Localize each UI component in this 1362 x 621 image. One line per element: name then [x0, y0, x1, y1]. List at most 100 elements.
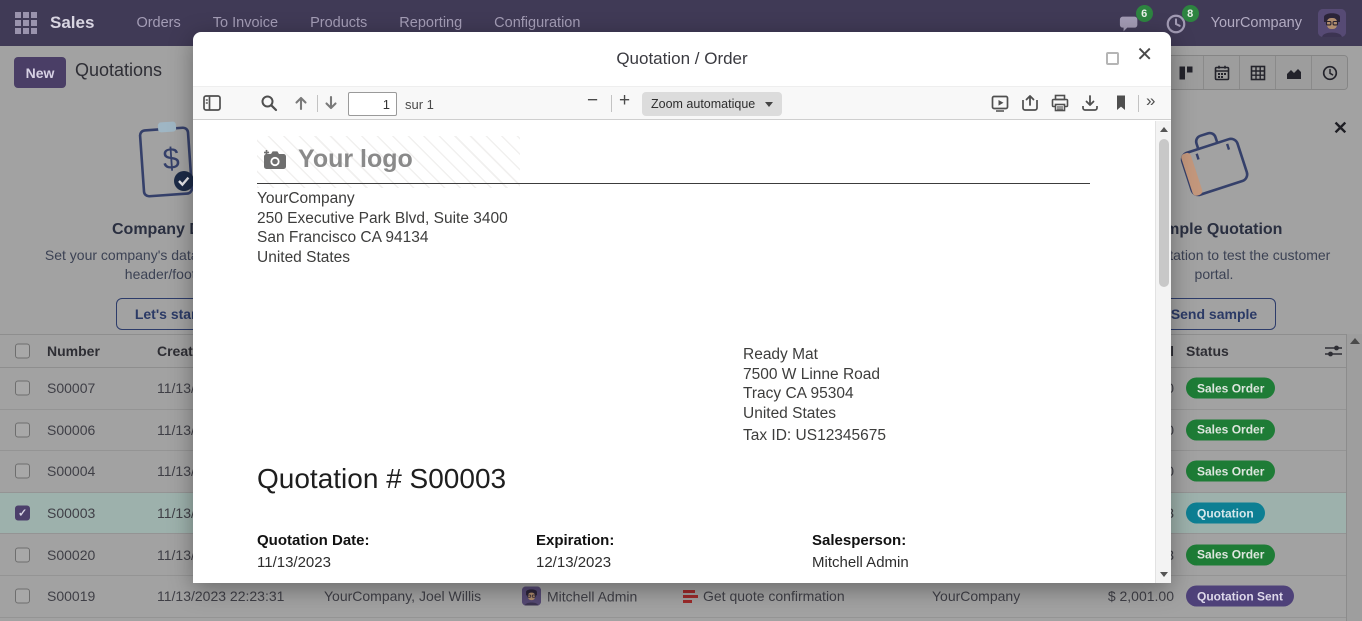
logo-row: Your logo — [263, 145, 413, 174]
customer-tax-id: Tax ID: US12345675 — [743, 426, 886, 446]
chevron-down-icon — [765, 102, 773, 107]
field-label-expiration: Expiration: — [536, 532, 614, 549]
toolbar-separator — [1138, 95, 1139, 112]
camera-plus-icon — [263, 149, 289, 171]
view-pivot-button[interactable] — [1239, 56, 1275, 89]
toolbar-separator — [317, 95, 318, 112]
cell-total: $ 2,001.00 — [1108, 588, 1174, 604]
menu-orders[interactable]: Orders — [136, 15, 180, 31]
cell-number: S00004 — [47, 463, 95, 479]
field-value-quotation-date: 11/13/2023 — [257, 554, 331, 571]
status-badge: Quotation — [1186, 503, 1265, 524]
messages-count-badge: 6 — [1136, 5, 1153, 22]
view-kanban-button[interactable] — [1167, 56, 1203, 89]
status-badge-wrap: Sales Order — [1186, 419, 1275, 440]
zoom-out-icon[interactable]: − — [587, 90, 598, 112]
row-checkbox[interactable] — [15, 422, 30, 437]
user-avatar[interactable] — [1318, 9, 1346, 37]
company-name: YourCompany — [257, 189, 508, 209]
zoom-in-icon[interactable]: + — [619, 90, 630, 112]
kanban-view-icon — [1178, 65, 1194, 81]
menu-to-invoice[interactable]: To Invoice — [213, 15, 278, 31]
company-city: San Francisco CA 94134 — [257, 228, 508, 248]
print-icon[interactable] — [1051, 94, 1069, 112]
status-badge: Sales Order — [1186, 419, 1275, 440]
apps-grid-icon[interactable] — [15, 12, 37, 34]
pdf-scroll-up-arrow[interactable] — [1160, 127, 1168, 132]
salesperson-name: Mitchell Admin — [547, 588, 637, 604]
pdf-scroll-thumb[interactable] — [1159, 139, 1169, 287]
menu-reporting[interactable]: Reporting — [399, 15, 462, 31]
scroll-up-arrow[interactable] — [1350, 338, 1360, 344]
pdf-scroll-down-arrow[interactable] — [1160, 572, 1168, 577]
page-scrollbar[interactable] — [1346, 334, 1362, 621]
pdf-viewport: Your logo YourCompany 250 Executive Park… — [193, 121, 1171, 583]
search-icon[interactable] — [260, 94, 278, 112]
row-checkbox[interactable] — [15, 589, 30, 604]
activity-list-icon — [683, 590, 698, 603]
breadcrumb[interactable]: Quotations — [75, 60, 162, 81]
more-tools-icon[interactable]: » — [1146, 91, 1155, 109]
zoom-mode-select[interactable]: Zoom automatique — [642, 92, 782, 116]
cell-number: S00003 — [47, 505, 95, 521]
cell-number: S00019 — [47, 588, 95, 604]
field-value-salesperson: Mitchell Admin — [812, 554, 909, 571]
app-name[interactable]: Sales — [50, 13, 94, 33]
status-badge: Sales Order — [1186, 461, 1275, 482]
view-graph-button[interactable] — [1275, 56, 1311, 89]
optional-columns-icon[interactable] — [1325, 344, 1342, 358]
field-label-salesperson: Salesperson: — [812, 532, 906, 549]
pdf-scrollbar[interactable] — [1155, 121, 1171, 583]
menu-products[interactable]: Products — [310, 15, 367, 31]
page-count-label: sur 1 — [405, 97, 434, 112]
row-checkbox[interactable] — [15, 381, 30, 396]
row-checkbox[interactable] — [15, 506, 30, 521]
header-number[interactable]: Number — [47, 343, 100, 359]
company-street: 250 Executive Park Blvd, Suite 3400 — [257, 209, 508, 229]
page-number-input[interactable] — [348, 92, 397, 116]
presentation-mode-icon[interactable] — [991, 94, 1009, 112]
activity-label: Get quote confirmation — [703, 588, 845, 604]
bookmark-icon[interactable] — [1112, 94, 1130, 112]
view-activity-button[interactable] — [1311, 56, 1347, 89]
company-country: United States — [257, 248, 508, 268]
view-calendar-button[interactable] — [1203, 56, 1239, 89]
activities-count-badge: 8 — [1182, 5, 1199, 22]
expand-icon[interactable] — [1106, 52, 1119, 65]
quotation-modal: Quotation / Order ✕ sur 1 − + Zoom auto — [193, 32, 1171, 583]
new-button[interactable]: New — [14, 57, 66, 88]
status-badge-wrap: Sales Order — [1186, 544, 1275, 565]
previous-page-icon[interactable] — [292, 94, 310, 112]
svg-text:$: $ — [162, 142, 181, 176]
avatar-face-icon — [1318, 9, 1346, 37]
status-badge-wrap: Sales Order — [1186, 378, 1275, 399]
cell-customer: YourCompany, Joel Willis — [324, 588, 481, 604]
status-badge: Quotation Sent — [1186, 586, 1294, 607]
close-icon[interactable]: ✕ — [1136, 45, 1153, 65]
cell-number: S00007 — [47, 380, 95, 396]
company-address-block: YourCompany 250 Executive Park Blvd, Sui… — [257, 189, 508, 267]
cell-activity[interactable]: Get quote confirmation — [683, 588, 845, 604]
row-checkbox[interactable] — [15, 547, 30, 562]
header-status[interactable]: Status — [1186, 343, 1229, 359]
cell-salesperson: Mitchell Admin — [522, 587, 637, 606]
open-file-icon[interactable] — [1021, 94, 1039, 112]
customer-country: United States — [743, 404, 886, 424]
sidebar-toggle-icon[interactable] — [203, 94, 221, 112]
row-checkbox[interactable] — [15, 464, 30, 479]
download-icon[interactable] — [1081, 94, 1099, 112]
graph-view-icon — [1286, 65, 1302, 81]
customer-address-block: Ready Mat 7500 W Linne Road Tracy CA 953… — [743, 345, 886, 446]
select-all-checkbox[interactable] — [15, 344, 30, 359]
screen: Sales Orders To Invoice Products Reporti… — [0, 0, 1362, 621]
status-badge: Sales Order — [1186, 378, 1275, 399]
company-switcher[interactable]: YourCompany — [1211, 15, 1302, 31]
cell-company: YourCompany — [932, 588, 1020, 604]
next-page-icon[interactable] — [322, 94, 340, 112]
salesperson-avatar — [522, 587, 541, 606]
menu-configuration[interactable]: Configuration — [494, 15, 580, 31]
customer-street: 7500 W Linne Road — [743, 365, 886, 385]
cell-number: S00020 — [47, 547, 95, 563]
cell-creation-date: 11/13/2023 22:23:31 — [157, 588, 284, 604]
status-badge-wrap: Quotation — [1186, 503, 1265, 524]
